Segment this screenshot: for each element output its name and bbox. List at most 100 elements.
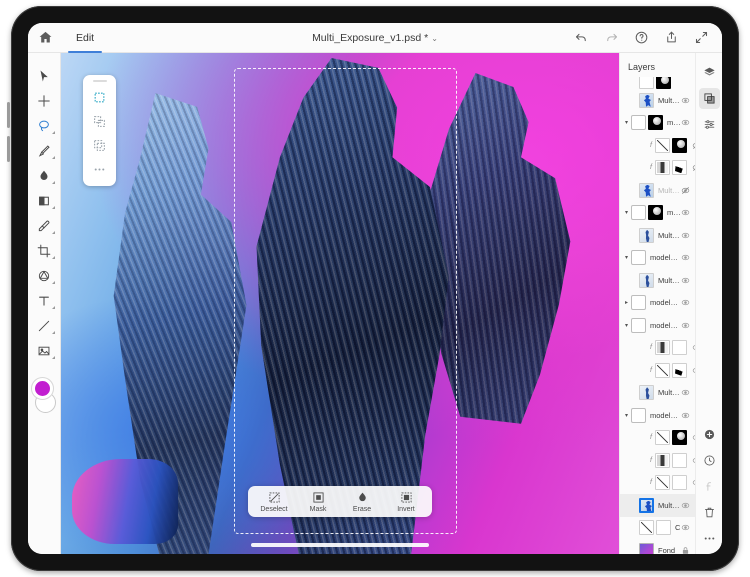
tool-eyedropper[interactable] xyxy=(30,213,58,238)
volume-up-button[interactable] xyxy=(7,102,10,128)
disclosure-triangle-icon[interactable]: ▾ xyxy=(622,322,631,329)
layer-thumbnail[interactable] xyxy=(639,92,654,108)
layer-row[interactable]: ▾ model left xyxy=(620,202,695,225)
layer-row[interactable]: Multiple-xposure_Co... xyxy=(620,382,695,405)
layer-thumbnail[interactable] xyxy=(655,452,670,468)
layer-row[interactable] xyxy=(620,77,695,89)
selection-mode-add[interactable] xyxy=(88,111,111,132)
layer-row[interactable]: Fond xyxy=(620,539,695,554)
layers-list[interactable]: Multiple-xposure_Co...▾model rightfCurve… xyxy=(620,77,695,554)
color-swatches[interactable] xyxy=(31,377,57,415)
tool-transform[interactable] xyxy=(30,88,58,113)
tool-fill[interactable] xyxy=(30,188,58,213)
layer-row[interactable]: fCurves 6 xyxy=(620,472,695,495)
layer-row[interactable]: Multiple-xposure_Co... xyxy=(620,269,695,292)
layer-thumbnail[interactable] xyxy=(639,272,654,288)
layer-row[interactable]: fCurves 8 xyxy=(620,359,695,382)
visibility-eye-icon[interactable] xyxy=(680,208,691,217)
volume-down-button[interactable] xyxy=(7,136,10,162)
foreground-color-swatch[interactable] xyxy=(31,377,54,400)
selection-more-options[interactable] xyxy=(88,159,111,180)
layer-thumbnail[interactable] xyxy=(672,452,687,468)
layer-thumbnail[interactable] xyxy=(631,115,646,131)
tab-edit[interactable]: Edit xyxy=(62,23,108,53)
layer-row[interactable]: Multiple-xposure_Co... xyxy=(620,179,695,202)
layer-row[interactable]: ▾ model right xyxy=(620,112,695,135)
layer-row[interactable]: fCurves 3 xyxy=(620,134,695,157)
visibility-eye-icon[interactable] xyxy=(680,298,691,307)
deselect-button[interactable]: Deselect xyxy=(252,491,296,513)
fullscreen-button[interactable] xyxy=(694,30,709,45)
layer-thumbnail[interactable] xyxy=(648,115,663,131)
tool-text[interactable] xyxy=(30,288,58,313)
layer-row[interactable]: ▾ model left xyxy=(620,247,695,270)
layer-thumbnail[interactable] xyxy=(672,430,687,446)
tool-select[interactable] xyxy=(30,63,58,88)
visibility-eye-icon[interactable] xyxy=(680,231,691,240)
redo-button[interactable] xyxy=(604,30,619,45)
layer-thumbnail[interactable] xyxy=(655,475,670,491)
tool-shapes[interactable] xyxy=(30,263,58,288)
visibility-eye-icon[interactable] xyxy=(680,411,691,420)
erase-button[interactable]: Erase xyxy=(340,491,384,513)
layer-thumbnail[interactable] xyxy=(655,137,670,153)
layer-thumbnail[interactable] xyxy=(655,160,670,176)
visibility-eye-icon[interactable] xyxy=(680,253,691,262)
layer-thumbnail[interactable] xyxy=(655,362,670,378)
tool-image[interactable] xyxy=(30,338,58,363)
tool-brush[interactable] xyxy=(30,138,58,163)
layer-thumbnail[interactable] xyxy=(672,475,687,491)
disclosure-triangle-icon[interactable]: ▾ xyxy=(622,254,631,261)
layer-thumbnail[interactable] xyxy=(672,137,687,153)
layer-thumbnail[interactable] xyxy=(656,77,671,89)
mask-button[interactable]: Mask xyxy=(296,491,340,513)
history-button[interactable] xyxy=(699,450,720,471)
visibility-eye-icon[interactable] xyxy=(680,523,691,532)
disclosure-triangle-icon[interactable]: ▾ xyxy=(622,412,631,419)
layer-thumbnail[interactable] xyxy=(672,160,687,176)
layer-thumbnail[interactable] xyxy=(639,77,654,89)
layer-row[interactable]: Multiple-xposure_Co... xyxy=(620,224,695,247)
visibility-eye-icon[interactable] xyxy=(680,118,691,127)
layer-thumbnail[interactable] xyxy=(631,205,646,221)
layer-thumbnail[interactable] xyxy=(639,542,654,554)
panel-layers-stack[interactable] xyxy=(699,62,720,83)
layer-row[interactable]: fROSE xyxy=(620,337,695,360)
layer-thumbnail[interactable] xyxy=(672,362,687,378)
tool-crop[interactable] xyxy=(30,238,58,263)
help-button[interactable] xyxy=(634,30,649,45)
visibility-eye-off-icon[interactable] xyxy=(680,186,691,195)
add-layer-button[interactable] xyxy=(699,424,720,445)
more-options-button[interactable] xyxy=(699,528,720,549)
share-button[interactable] xyxy=(664,30,679,45)
visibility-eye-icon[interactable] xyxy=(680,96,691,105)
panel-adjustments[interactable] xyxy=(699,114,720,135)
visibility-eye-icon[interactable] xyxy=(680,276,691,285)
tool-line[interactable] xyxy=(30,313,58,338)
disclosure-triangle-icon[interactable]: ▾ xyxy=(622,119,631,126)
invert-button[interactable]: Invert xyxy=(384,491,428,513)
layer-thumbnail[interactable] xyxy=(639,520,654,536)
layer-thumbnail[interactable] xyxy=(672,340,687,356)
layer-row[interactable]: ▾ model right xyxy=(620,404,695,427)
layer-row[interactable]: fROSE xyxy=(620,449,695,472)
layer-thumbnail[interactable] xyxy=(631,317,646,333)
layer-row[interactable]: ▾ model left xyxy=(620,314,695,337)
selection-mode-new[interactable] xyxy=(88,87,111,108)
undo-button[interactable] xyxy=(574,30,589,45)
delete-layer-button[interactable] xyxy=(699,502,720,523)
layer-thumbnail[interactable] xyxy=(648,205,663,221)
layer-row[interactable]: Multiple-xposure_Co... xyxy=(620,494,695,517)
disclosure-triangle-icon[interactable]: ▸ xyxy=(622,299,631,306)
visibility-eye-icon[interactable] xyxy=(680,388,691,397)
layer-thumbnail[interactable] xyxy=(639,182,654,198)
layer-row[interactable]: ▸ model middle xyxy=(620,292,695,315)
panel-layers[interactable] xyxy=(698,88,720,109)
canvas-area[interactable]: Deselect Mask Erase Invert xyxy=(61,53,619,554)
home-button[interactable] xyxy=(28,30,62,45)
visibility-eye-icon[interactable] xyxy=(680,321,691,330)
layer-row[interactable]: Curves 5 xyxy=(620,517,695,540)
tool-smudge[interactable] xyxy=(30,163,58,188)
layer-row[interactable]: Multiple-xposure_Co... xyxy=(620,89,695,112)
layer-thumbnail[interactable] xyxy=(631,295,646,311)
